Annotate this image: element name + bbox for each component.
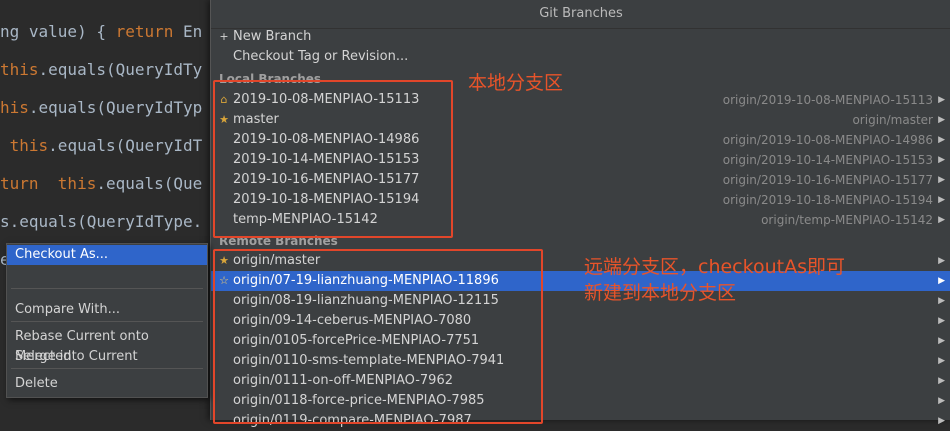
- code-line: this.equals(QueryIdT: [0, 136, 203, 155]
- popup-title: Git Branches: [211, 0, 950, 29]
- code-token: .equals(QueryIdTy: [38, 60, 203, 79]
- code-token: .equals(QueryIdT: [48, 136, 203, 155]
- code-line: ng value) { return En: [0, 22, 202, 41]
- tracking-branch: origin/2019-10-14-MENPIAO-15153: [722, 153, 933, 167]
- code-line: his.equals(QueryIdTyp: [0, 98, 202, 117]
- tracking-branch: origin/temp-MENPIAO-15142: [761, 213, 933, 227]
- remote-branches-highlight: [213, 249, 543, 424]
- context-menu-label: Checkout As...: [15, 247, 109, 262]
- submenu-arrow-icon: ▶: [938, 115, 945, 125]
- submenu-arrow-icon: ▶: [938, 296, 945, 306]
- submenu-arrow-icon: ▶: [938, 336, 945, 346]
- code-token: this: [0, 60, 39, 79]
- code-token: return: [115, 22, 174, 41]
- context-menu-label: Delete: [15, 376, 58, 391]
- submenu-arrow-icon: ▶: [938, 95, 945, 105]
- submenu-arrow-icon: ▶: [938, 416, 945, 426]
- context-menu-item[interactable]: Rebase Current onto Selected: [7, 327, 207, 364]
- context-menu-item[interactable]: Compare With...: [7, 300, 207, 320]
- plus-icon: +: [219, 30, 229, 43]
- code-token: this: [0, 136, 49, 155]
- tracking-branch: origin/2019-10-08-MENPIAO-15113: [722, 93, 933, 107]
- code-token: .equals(QueryIdTyp: [28, 98, 203, 117]
- tracking-branch: origin/2019-10-18-MENPIAO-15194: [722, 193, 933, 207]
- context-menu-item[interactable]: Checkout As...: [7, 245, 207, 265]
- context-menu-label: Compare With...: [15, 302, 121, 317]
- code-token: .equals(Que: [96, 174, 203, 193]
- code-token: s.equals(QueryIdType.: [0, 212, 203, 231]
- code-line: this.equals(QueryIdTy: [0, 60, 202, 79]
- code-line: turn this.equals(Que: [0, 174, 202, 193]
- submenu-arrow-icon: ▶: [938, 396, 945, 406]
- context-menu-item[interactable]: Delete: [7, 374, 207, 394]
- menu-separator: [11, 288, 203, 289]
- code-token: ng value) {: [0, 22, 116, 41]
- submenu-arrow-icon: ▶: [938, 195, 945, 205]
- code-token: his: [0, 98, 29, 117]
- tracking-branch: origin/2019-10-08-MENPIAO-14986: [722, 133, 933, 147]
- local-branches-highlight: [213, 80, 453, 238]
- menu-separator: [11, 321, 203, 322]
- submenu-arrow-icon: ▶: [938, 215, 945, 225]
- remote-branches-note-line2: 新建到本地分支区: [584, 282, 737, 304]
- submenu-arrow-icon: ▶: [938, 376, 945, 386]
- code-token: En: [173, 22, 203, 41]
- local-branches-note: 本地分支区: [468, 72, 564, 94]
- tracking-branch: origin/2019-10-16-MENPIAO-15177: [722, 173, 933, 187]
- branch-label: Checkout Tag or Revision...: [233, 49, 409, 64]
- submenu-arrow-icon: ▶: [938, 356, 945, 366]
- context-menu-item[interactable]: Merge into Current: [7, 347, 207, 367]
- remote-branches-note-line1: 远端分支区，checkoutAs即可: [584, 256, 845, 278]
- new-branch-item[interactable]: + New Branch: [211, 27, 950, 47]
- checkout-tag-item[interactable]: Checkout Tag or Revision...: [211, 47, 950, 67]
- branch-label: New Branch: [233, 29, 312, 44]
- submenu-arrow-icon: ▶: [938, 316, 945, 326]
- tracking-branch: origin/master: [852, 113, 933, 127]
- submenu-arrow-icon: ▶: [938, 155, 945, 165]
- submenu-arrow-icon: ▶: [938, 256, 945, 266]
- context-menu-label: Merge into Current: [15, 349, 138, 364]
- code-token: turn: [0, 174, 39, 193]
- context-menu: Checkout As... Compare With... Rebase Curr…: [6, 243, 208, 398]
- submenu-arrow-icon: ▶: [938, 276, 945, 286]
- menu-separator: [11, 368, 203, 369]
- code-token: this: [57, 174, 97, 193]
- submenu-arrow-icon: ▶: [938, 135, 945, 145]
- submenu-arrow-icon: ▶: [938, 175, 945, 185]
- code-line: s.equals(QueryIdType.: [0, 212, 202, 231]
